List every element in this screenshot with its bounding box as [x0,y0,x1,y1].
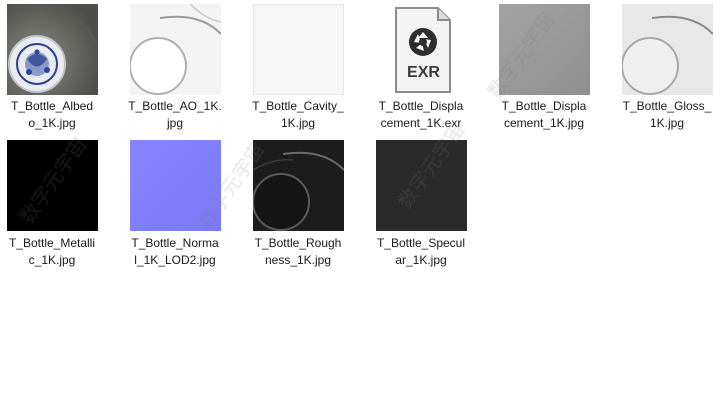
displacement-thumbnail [499,4,590,95]
albedo-thumbnail [7,4,98,95]
ao-thumbnail [130,4,221,95]
file-name-line: 1K.jpg [280,116,316,130]
file-name-roughness: T_Bottle_Rough ness_1K.jpg [246,235,350,269]
file-name-displacement-exr: T_Bottle_Displa cement_1K.exr [369,98,473,132]
file-name-displacement-jpg: T_Bottle_Displa cement_1K.jpg [492,98,596,132]
file-name-line: c_1K.jpg [28,253,76,267]
file-name-line: T_Bottle_Albed [10,99,94,113]
file-name-line: T_Bottle_Metalli [8,236,96,250]
gloss-thumbnail [622,4,713,95]
file-name-line: jpg [166,116,183,130]
file-name-line: ar_1K.jpg [395,253,447,267]
file-name-line: T_Bottle_Displa [378,99,464,113]
file-name-line: T_Bottle_Specul [376,236,466,250]
file-name-line: cement_1K.exr [380,116,462,130]
file-name-line: l_1K_LOD2.jpg [134,253,216,267]
file-grid: T_Bottle_Albed o_1K.jpg T_Bottle_AO_1K. … [0,0,720,405]
file-name-line: o_1K.jpg [28,116,76,130]
file-name-line: 1K.jpg [649,116,685,130]
file-name-cavity: T_Bottle_Cavity_ 1K.jpg [246,98,350,132]
roughness-thumbnail [253,140,344,231]
exr-icon-label: EXR [407,64,440,81]
file-name-line: T_Bottle_Norma [131,236,219,250]
file-name-specular: T_Bottle_Specul ar_1K.jpg [369,235,473,269]
file-name-normal: T_Bottle_Norma l_1K_LOD2.jpg [123,235,227,269]
specular-thumbnail [376,140,467,231]
cavity-thumbnail [253,4,344,95]
file-name-line: cement_1K.jpg [503,116,585,130]
file-name-line: ness_1K.jpg [264,253,332,267]
file-name-line: T_Bottle_Gloss_ [622,99,712,113]
file-name-ao: T_Bottle_AO_1K. jpg [123,98,227,132]
file-name-albedo: T_Bottle_Albed o_1K.jpg [0,98,104,132]
file-name-gloss: T_Bottle_Gloss_ 1K.jpg [615,98,719,132]
file-name-line: T_Bottle_Cavity_ [252,99,344,113]
exr-file-icon: EXR [376,4,467,95]
file-name-line: T_Bottle_Rough [254,236,342,250]
file-name-line: T_Bottle_AO_1K. [128,99,222,113]
file-name-metallic: T_Bottle_Metalli c_1K.jpg [0,235,104,269]
file-name-line: T_Bottle_Displa [501,99,587,113]
normal-thumbnail [130,140,221,231]
metallic-thumbnail [7,140,98,231]
